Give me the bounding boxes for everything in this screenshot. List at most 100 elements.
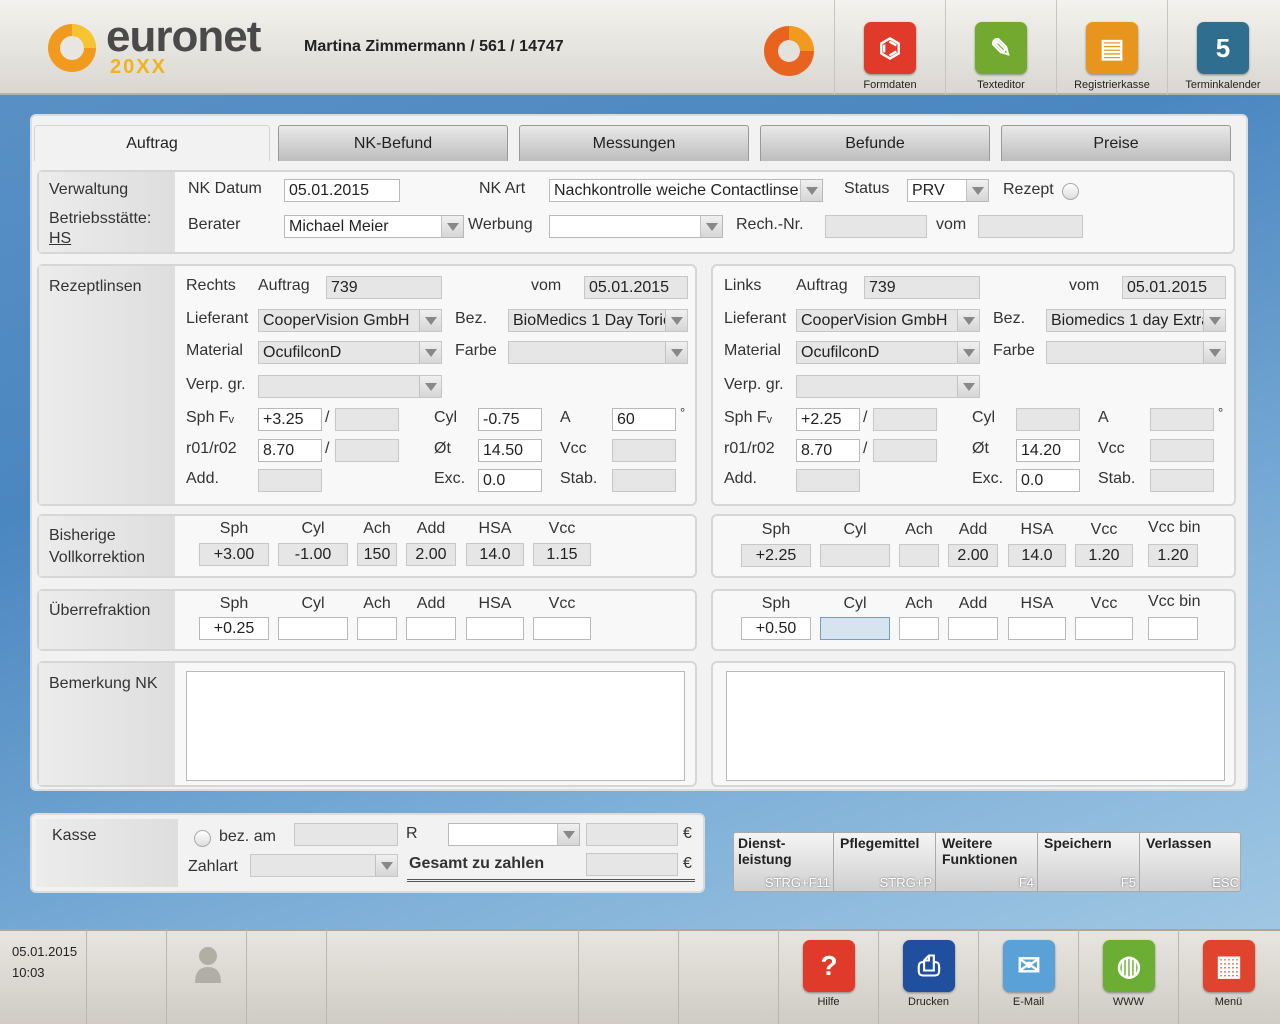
bisherige-left-sph-field[interactable]: +2.25 (741, 544, 811, 567)
chevron-down-icon[interactable] (800, 180, 822, 201)
chevron-down-icon[interactable] (375, 855, 397, 876)
fkey-f5-button[interactable]: Speichern F5 (1039, 832, 1140, 892)
right-sph2-field[interactable] (335, 408, 399, 431)
chevron-down-icon[interactable] (966, 180, 988, 201)
left-vom-field[interactable]: 05.01.2015 (1122, 276, 1226, 299)
ueber-right-ach-field[interactable] (357, 617, 397, 640)
r-amount-field[interactable] (586, 823, 678, 846)
nk-datum-field[interactable]: 05.01.2015 (284, 179, 400, 202)
tab-preise[interactable]: Preise (1001, 125, 1231, 161)
user-icon[interactable] (193, 945, 223, 985)
chevron-down-icon[interactable] (1203, 342, 1225, 363)
envelope-icon[interactable]: ✉ (1003, 940, 1055, 992)
right-bez-select[interactable]: BioMedics 1 Day Toric (508, 309, 688, 332)
right-stab-field[interactable] (612, 469, 676, 492)
right-exc-field[interactable]: 0.0 (478, 469, 542, 492)
bisherige-right-hsa-field[interactable]: 14.0 (466, 543, 524, 566)
ueber-left-vcc-field[interactable] (1075, 617, 1133, 640)
www-button[interactable]: ◍ WWW (1078, 929, 1178, 1024)
bisherige-left-vccbin-field[interactable]: 1.20 (1148, 544, 1198, 567)
chevron-down-icon[interactable] (957, 310, 979, 331)
chevron-down-icon[interactable] (419, 342, 441, 363)
ueber-right-vcc-field[interactable] (533, 617, 591, 640)
ueber-left-vccbin-field[interactable] (1148, 617, 1198, 640)
globe-icon[interactable]: ◍ (1103, 940, 1155, 992)
chevron-down-icon[interactable] (419, 310, 441, 331)
fkey-strg-f11-button[interactable]: Dienst- leistung STRG+F11 (733, 832, 834, 892)
berater-select[interactable]: Michael Meier (284, 215, 464, 238)
ueber-left-sph-field[interactable]: +0.50 (741, 617, 811, 640)
right-farbe-select[interactable] (508, 341, 688, 364)
chevron-down-icon[interactable] (957, 376, 979, 397)
ueber-left-cyl-field[interactable] (820, 617, 890, 640)
tab-nk-befund[interactable]: NK-Befund (278, 125, 508, 161)
rech-vom-field[interactable] (978, 215, 1083, 238)
chevron-down-icon[interactable] (665, 310, 687, 331)
e-mail-button[interactable]: ✉ E-Mail (978, 929, 1078, 1024)
werbung-select[interactable] (549, 215, 723, 238)
bisherige-left-hsa-field[interactable]: 14.0 (1008, 544, 1066, 567)
bisherige-right-add-field[interactable]: 2.00 (406, 543, 456, 566)
ueber-left-hsa-field[interactable] (1008, 617, 1066, 640)
bisherige-left-add-field[interactable]: 2.00 (948, 544, 998, 567)
left-vcc-field[interactable] (1150, 439, 1214, 462)
left-ot-field[interactable]: 14.20 (1016, 439, 1080, 462)
left-verp-select[interactable] (796, 375, 980, 398)
chevron-down-icon[interactable] (700, 216, 722, 237)
right-r02-field[interactable] (335, 439, 399, 462)
right-sph-field[interactable]: +3.25 (258, 408, 322, 431)
menu-grid-icon[interactable]: ▦ (1203, 940, 1255, 992)
tab-messungen[interactable]: Messungen (519, 125, 749, 161)
right-vcc-field[interactable] (612, 439, 676, 462)
left-sph2-field[interactable] (873, 408, 937, 431)
bisherige-left-vcc-field[interactable]: 1.20 (1075, 544, 1133, 567)
right-ot-field[interactable]: 14.50 (478, 439, 542, 462)
zahlart-select[interactable] (250, 854, 398, 877)
drucken-button[interactable]: ⎙ Drucken (878, 929, 978, 1024)
left-material-select[interactable]: OcufilconD (796, 341, 980, 364)
tab-auftrag[interactable]: Auftrag (34, 125, 270, 161)
fkey-f4-button[interactable]: Weitere Funktionen F4 (937, 832, 1038, 892)
hilfe-button[interactable]: ? Hilfe (778, 929, 878, 1024)
chevron-down-icon[interactable] (441, 216, 463, 237)
rech-nr-field[interactable] (825, 215, 927, 238)
ueber-right-cyl-field[interactable] (278, 617, 348, 640)
user-cell[interactable] (166, 929, 246, 1024)
right-a-field[interactable]: 60 (612, 408, 676, 431)
left-stab-field[interactable] (1150, 469, 1214, 492)
chevron-down-icon[interactable] (1203, 310, 1225, 331)
r-select[interactable] (448, 823, 580, 846)
left-bez-select[interactable]: Biomedics 1 day Extra (1046, 309, 1226, 332)
tab-befunde[interactable]: Befunde (760, 125, 990, 161)
bisherige-right-ach-field[interactable]: 150 (357, 543, 397, 566)
pencil-icon[interactable]: ✎ (975, 22, 1027, 74)
rezept-checkbox[interactable] (1062, 183, 1079, 200)
right-vom-field[interactable]: 05.01.2015 (584, 276, 688, 299)
toolbar-texteditor-button[interactable]: ✎ Texteditor (945, 0, 1056, 95)
ueber-left-add-field[interactable] (948, 617, 998, 640)
calendar-icon[interactable]: 5 (1197, 22, 1249, 74)
left-exc-field[interactable]: 0.0 (1016, 469, 1080, 492)
bisherige-left-ach-field[interactable] (899, 544, 939, 567)
status-select[interactable]: PRV (907, 179, 989, 202)
menü-button[interactable]: ▦ Menü (1178, 929, 1278, 1024)
ueber-right-add-field[interactable] (406, 617, 456, 640)
chevron-down-icon[interactable] (557, 824, 579, 845)
form-data-icon[interactable]: ⌬ (864, 22, 916, 74)
bemerkung-left-textarea[interactable] (726, 671, 1225, 781)
gesamt-field[interactable] (586, 853, 678, 876)
bez-am-field[interactable] (294, 823, 398, 846)
left-add-field[interactable] (796, 469, 860, 492)
right-r01-field[interactable]: 8.70 (258, 439, 322, 462)
right-lieferant-select[interactable]: CooperVision GmbH (258, 309, 442, 332)
bisherige-right-sph-field[interactable]: +3.00 (199, 543, 269, 566)
right-cyl-field[interactable]: -0.75 (478, 408, 542, 431)
bisherige-right-cyl-field[interactable]: -1.00 (278, 543, 348, 566)
chevron-down-icon[interactable] (665, 342, 687, 363)
bez-am-checkbox[interactable] (194, 830, 211, 847)
left-auftrag-field[interactable]: 739 (864, 276, 980, 299)
ueber-right-hsa-field[interactable] (466, 617, 524, 640)
toolbar-terminkalender-button[interactable]: 5 Terminkalender (1167, 0, 1278, 95)
left-r02-field[interactable] (873, 439, 937, 462)
cash-register-icon[interactable]: ▤ (1086, 22, 1138, 74)
